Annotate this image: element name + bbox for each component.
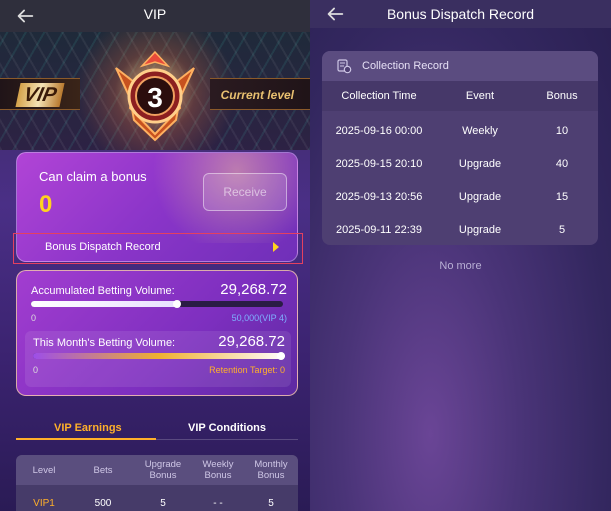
tab-vip-conditions[interactable]: VIP Conditions [188,422,266,434]
cell-event: Upgrade [458,224,502,236]
cell-bonus: 15 [555,191,569,203]
cell-time: 2025-09-15 20:10 [335,158,423,170]
vip-tabs: VIP Earnings VIP Conditions [16,414,298,440]
cell-monthly-bonus: 5 [268,498,274,509]
cell-time: 2025-09-13 20:56 [335,191,423,203]
active-tab-underline [16,438,156,440]
page-title: Bonus Dispatch Record [386,6,535,22]
col-weekly-bonus: Weekly Bonus [202,459,234,481]
table-row: 2025-09-11 22:39 Upgrade 5 [322,214,598,245]
cell-bonus: 10 [555,125,569,137]
level-number: 3 [147,82,163,113]
col-event: Event [465,90,495,102]
accumulated-progress-bar [31,300,283,308]
monthly-value: 29,268.72 [218,333,285,350]
cell-event: Upgrade [458,158,502,170]
highlight-outline [13,233,303,264]
cell-upgrade-bonus: 5 [160,498,166,509]
record-title: Collection Record [362,60,449,72]
collection-record-card: Collection Record Collection Time Event … [322,51,598,245]
cell-bonus: 5 [558,224,566,236]
betting-card: Accumulated Betting Volume: 29,268.72 0 … [16,270,298,396]
cell-level: VIP1 [33,498,55,509]
no-more-label: No more [439,260,482,272]
cell-weekly-bonus: - - [213,498,223,509]
current-level-banner: Current level [210,78,310,110]
col-collection-time: Collection Time [341,90,417,102]
claim-amount: 0 [39,191,53,218]
accumulated-value: 29,268.72 [220,281,287,298]
level-badge-icon: 3 [115,50,195,142]
vip-earnings-table: Level Bets Upgrade Bonus Weekly Bonus Mo… [16,455,298,511]
claim-title: Can claim a bonus [39,169,147,184]
cell-time: 2025-09-11 22:39 [335,224,423,236]
table-row: 2025-09-13 20:56 Upgrade 15 [322,181,598,213]
page-title: VIP [143,6,167,22]
vip-logo: VIP [15,83,65,107]
vip-banner: VIP [0,78,80,110]
monthly-min: 0 [33,365,39,375]
accumulated-max: 50,000(VIP 4) [231,313,287,323]
accumulated-min: 0 [31,313,37,323]
cell-bets: 500 [94,498,112,509]
table-row: 2025-09-16 00:00 Weekly 10 [322,115,598,147]
monthly-progress-bar [33,352,285,360]
monthly-label: This Month's Betting Volume: [33,337,176,349]
vip-page: VIP VIP Current level 3 Can claim a bonu… [0,0,310,511]
col-bonus: Bonus [546,90,578,102]
accumulated-label: Accumulated Betting Volume: [31,285,175,297]
cell-event: Weekly [462,125,498,137]
cell-event: Upgrade [458,191,502,203]
col-upgrade-bonus: Upgrade Bonus [144,459,182,481]
receive-button[interactable]: Receive [203,173,287,211]
record-columns: Collection Time Event Bonus [322,81,598,111]
cell-bonus: 40 [555,158,569,170]
col-monthly-bonus: Monthly Bonus [254,459,288,481]
dispatch-record-page: Bonus Dispatch Record Collection Record … [310,0,611,511]
vip-topbar: VIP [0,0,310,32]
coin-stack-icon [337,59,352,74]
cell-time: 2025-09-16 00:00 [335,125,423,137]
current-level-label: Current level [220,88,294,102]
col-bets: Bets [93,465,113,476]
table-row: 2025-09-15 20:10 Upgrade 40 [322,148,598,180]
monthly-max: Retention Target: 0 [209,365,285,375]
screen: VIP VIP Current level 3 Can claim a bonu… [0,0,611,511]
record-header: Collection Record [322,51,598,81]
tab-vip-earnings[interactable]: VIP Earnings [54,422,122,434]
record-topbar: Bonus Dispatch Record [310,0,611,28]
col-level: Level [32,465,56,476]
monthly-betting-box: This Month's Betting Volume: 29,268.72 0… [25,331,291,387]
